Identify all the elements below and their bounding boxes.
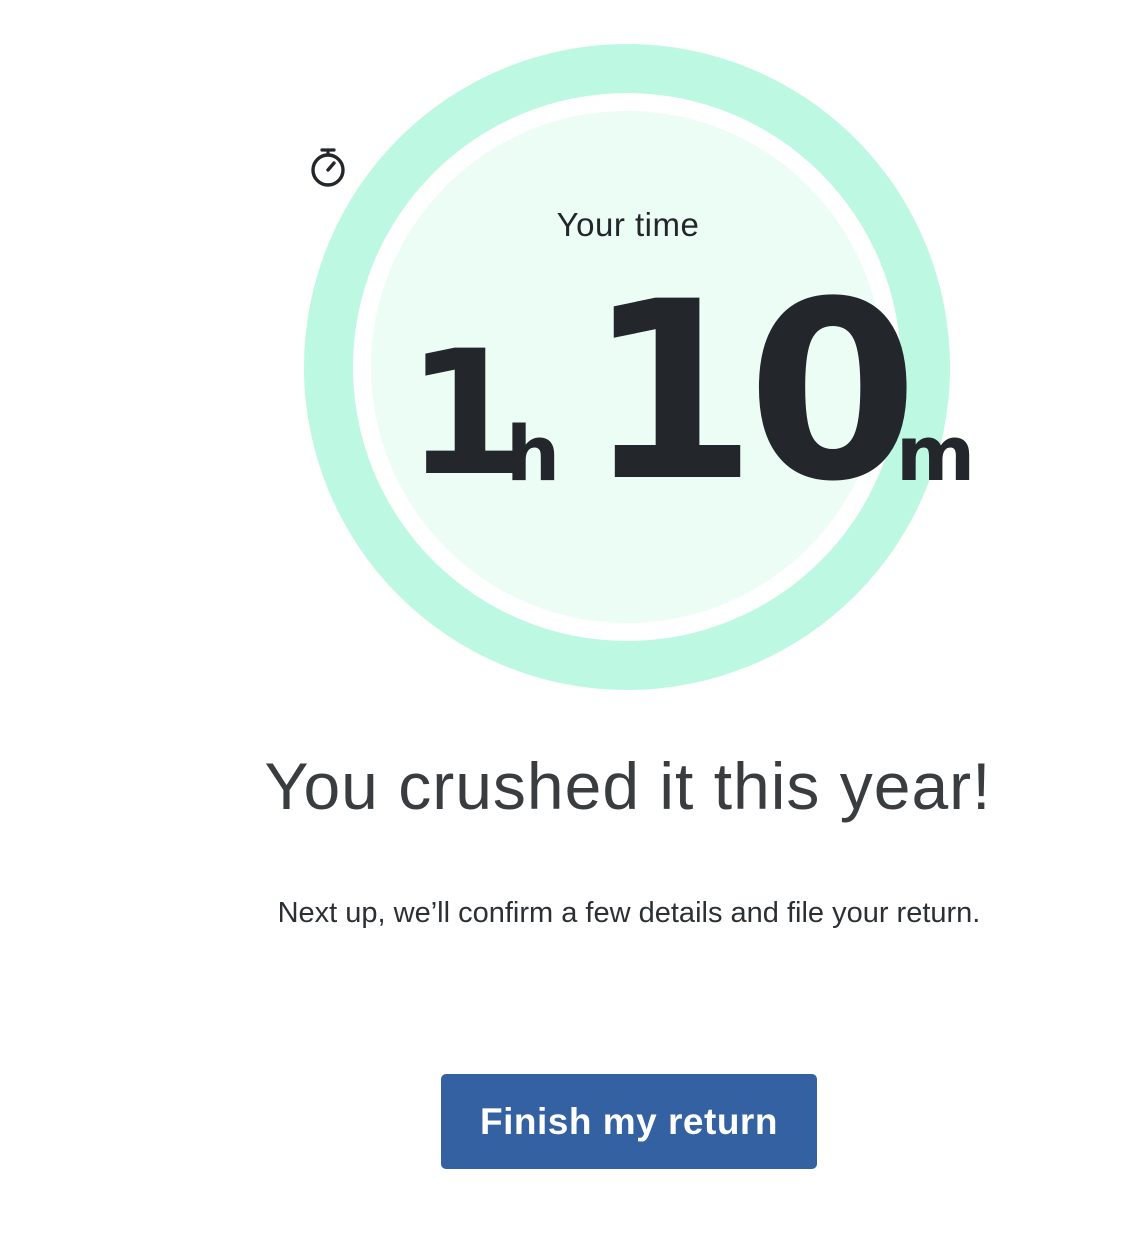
elapsed-time: 1 h 10 m [400, 270, 1000, 516]
hours-value: 1 [406, 313, 526, 514]
minutes-unit: m [896, 409, 976, 498]
finish-return-button[interactable]: Finish my return [441, 1074, 817, 1169]
timer-label: Your time [556, 206, 700, 243]
hours-unit: h [506, 409, 561, 498]
headline: You crushed it this year! [264, 749, 992, 823]
subtext: Next up, we’ll confirm a few details and… [277, 897, 981, 929]
minutes-value: 10 [586, 250, 918, 536]
stopwatch-icon [311, 148, 345, 187]
